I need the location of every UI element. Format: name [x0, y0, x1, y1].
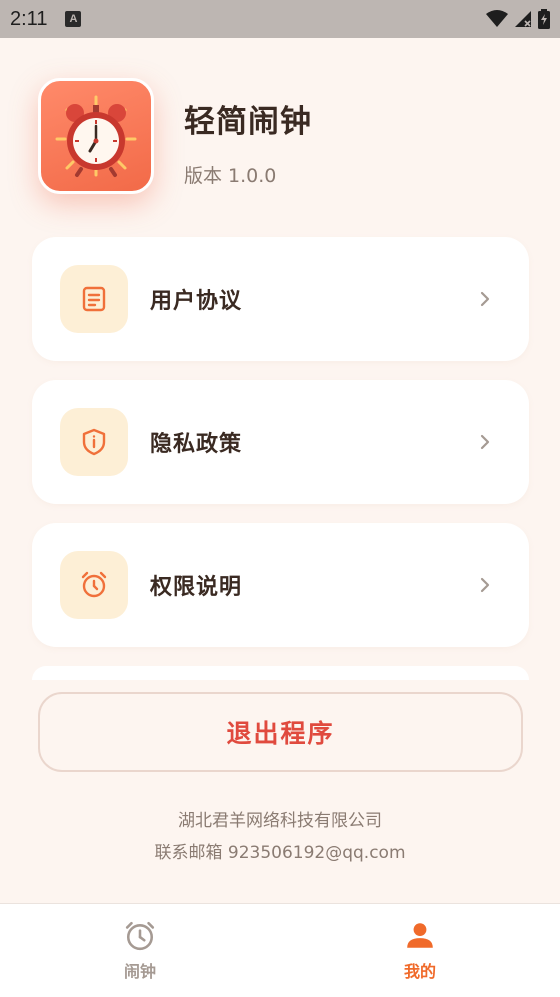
chevron-right-icon	[480, 434, 490, 450]
status-time: 2:11	[10, 7, 48, 30]
app-name: 轻简闹钟	[184, 104, 312, 140]
menu-item-label: 隐私政策	[150, 432, 243, 457]
menu-item-partial[interactable]	[32, 666, 529, 680]
wifi-icon	[486, 10, 508, 27]
user-icon	[407, 923, 433, 948]
menu-item-user-agreement[interactable]: 用户协议	[32, 237, 529, 361]
menu-item-label: 权限说明	[150, 575, 243, 600]
alarm-icon	[125, 921, 155, 951]
app-version: 版本 1.0.0	[184, 165, 277, 187]
menu-item-privacy-policy[interactable]: 隐私政策	[32, 380, 529, 504]
status-bar: 2:11 A	[0, 0, 560, 38]
signal-icon	[515, 11, 531, 27]
bottom-nav: 闹钟 我的	[0, 903, 560, 997]
nav-label: 我的	[403, 962, 436, 981]
status-icons	[486, 9, 550, 29]
footer-company: 湖北君羊网络科技有限公司	[178, 811, 382, 831]
menu-item-permissions[interactable]: 权限说明	[32, 523, 529, 647]
notification-icon: A	[65, 11, 82, 27]
menu-item-label: 用户协议	[150, 289, 243, 314]
shield-icon	[60, 408, 128, 476]
alarm-clock-icon	[38, 78, 154, 194]
footer-contact-email: 联系邮箱 923506192@qq.com	[154, 843, 406, 863]
document-icon	[60, 265, 128, 333]
nav-label: 闹钟	[123, 962, 156, 981]
nav-item-alarm[interactable]: 闹钟	[0, 904, 280, 997]
app-header: 轻简闹钟 版本 1.0.0	[38, 78, 312, 194]
app-info: 轻简闹钟 版本 1.0.0	[184, 96, 312, 188]
exit-button[interactable]: 退出程序	[38, 692, 523, 772]
alarm-icon	[60, 551, 128, 619]
chevron-right-icon	[480, 291, 490, 307]
nav-item-profile[interactable]: 我的	[280, 904, 560, 997]
battery-icon	[538, 9, 550, 29]
chevron-right-icon	[480, 577, 490, 593]
